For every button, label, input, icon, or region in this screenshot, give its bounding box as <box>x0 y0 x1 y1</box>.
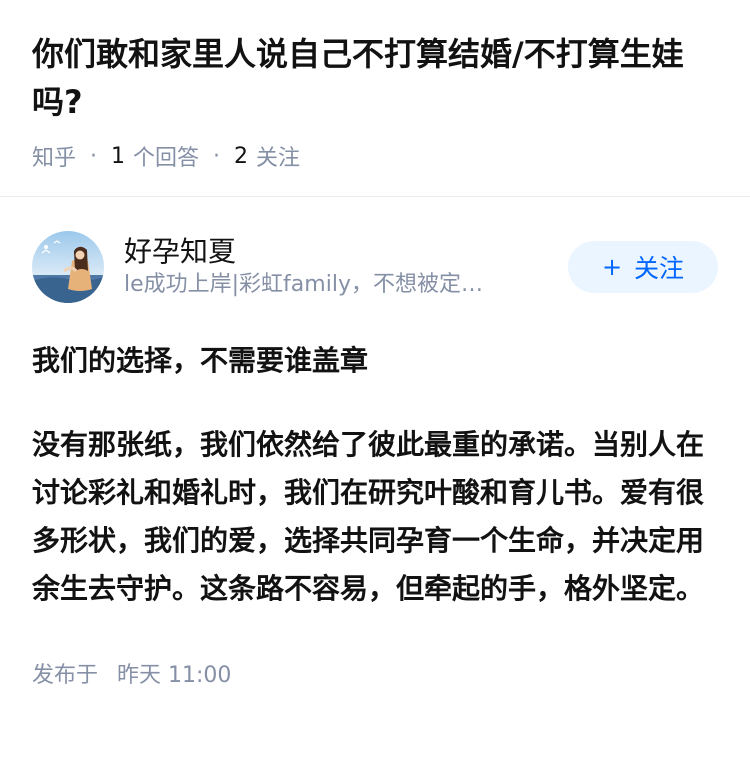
plus-icon: + <box>601 253 623 281</box>
answer-count-label[interactable]: 个回答 <box>133 140 199 172</box>
publish-time: 发布于 昨天 11:00 <box>32 657 718 689</box>
follow-count-label[interactable]: 关注 <box>256 140 300 172</box>
answer-paragraph: 我们的选择，不需要谁盖章 <box>32 344 369 377</box>
answer-paragraph: 没有那张纸，我们依然给了彼此最重的承诺。当别人在讨论彩礼和婚礼时，我们在研究叶酸… <box>32 428 705 605</box>
author-bio: le成功上岸|彩虹family，不想被定… <box>124 272 483 297</box>
question-title[interactable]: 你们敢和家里人说自己不打算结婚/不打算生娃吗? <box>32 30 718 126</box>
question-header: 你们敢和家里人说自己不打算结婚/不打算生娃吗? 知乎 · 1 个回答 · 2 关… <box>0 0 750 172</box>
question-meta: 知乎 · 1 个回答 · 2 关注 <box>32 140 718 172</box>
divider <box>0 196 750 197</box>
follow-button-label: 关注 <box>634 254 685 283</box>
publish-label: 发布于 <box>32 663 99 688</box>
separator-dot: · <box>213 143 221 169</box>
answer-content: 我们的选择，不需要谁盖章 没有那张纸，我们依然给了彼此最重的承诺。当别人在讨论彩… <box>32 337 718 613</box>
source-label[interactable]: 知乎 <box>32 140 76 172</box>
publish-timestamp: 昨天 11:00 <box>117 663 232 688</box>
answer-card: 好孕知夏 le成功上岸|彩虹family，不想被定… + 关注 我们的选择，不需… <box>0 231 750 689</box>
author-name[interactable]: 好孕知夏 <box>124 234 550 270</box>
answer-count: 1 <box>111 143 126 169</box>
avatar-photo-icon[interactable] <box>32 231 104 303</box>
separator-dot: · <box>90 143 98 169</box>
follow-count: 2 <box>234 143 249 169</box>
follow-button[interactable]: + 关注 <box>568 241 718 293</box>
author-row: 好孕知夏 le成功上岸|彩虹family，不想被定… + 关注 <box>32 231 718 303</box>
author-info: 好孕知夏 le成功上岸|彩虹family，不想被定… <box>124 234 550 300</box>
